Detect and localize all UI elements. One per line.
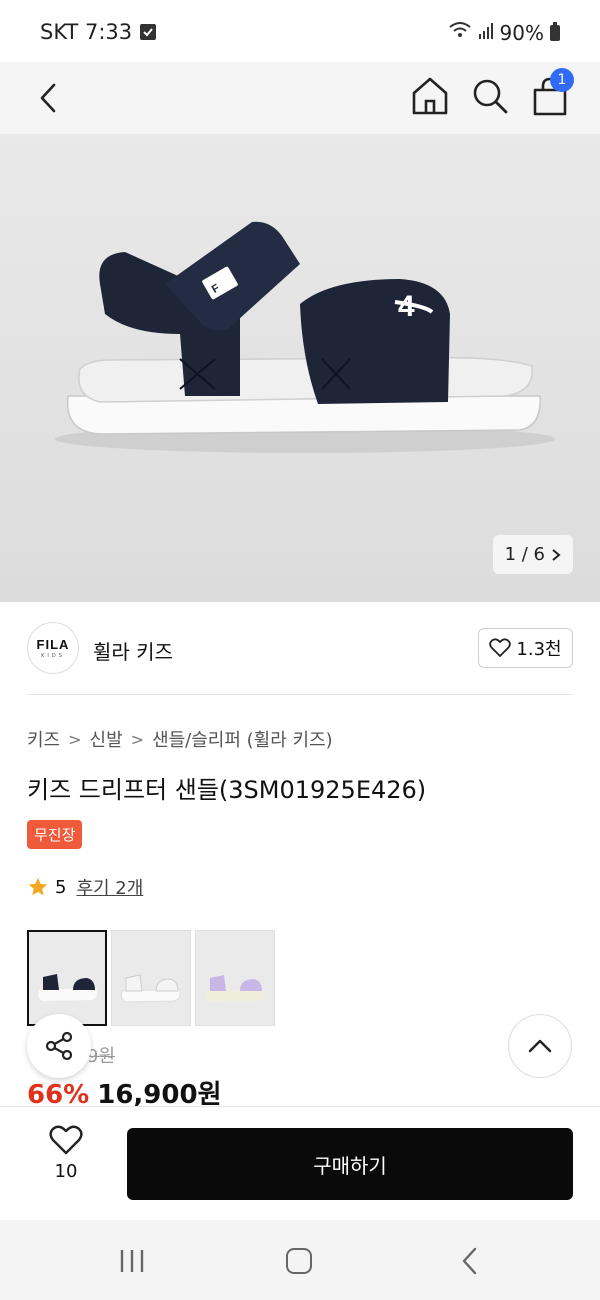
heart-outline-icon xyxy=(489,638,512,657)
image-counter-text: 1 / 6 xyxy=(504,544,545,565)
chevron-right-icon xyxy=(552,548,561,561)
brand-logo[interactable]: FILA KIDS xyxy=(27,622,79,674)
brand-like-button[interactable]: 1.3천 xyxy=(478,628,573,668)
color-thumbnails xyxy=(27,930,275,1026)
thumbnail-white[interactable] xyxy=(111,930,191,1026)
product-image[interactable]: F 4 1 / 6 xyxy=(0,134,600,602)
free-shipping-badge: 무진장 xyxy=(27,820,83,849)
status-left: SKT 7:33 xyxy=(40,20,157,44)
bottom-bar: 10 구매하기 xyxy=(0,1106,600,1220)
star-icon xyxy=(28,877,48,896)
sandal-thumbnail-white xyxy=(112,931,190,1025)
cart-button[interactable]: 1 xyxy=(528,68,574,118)
cart-count-badge: 1 xyxy=(550,68,574,92)
sandal-thumbnail-navy xyxy=(29,932,105,1024)
chevron-left-icon xyxy=(40,83,56,113)
battery-percent: 90% xyxy=(499,20,544,45)
android-nav-bar xyxy=(0,1220,600,1300)
breadcrumb-item[interactable]: 키즈 xyxy=(27,726,60,752)
breadcrumb: 키즈 > 신발 > 샌들/슬리퍼 (휠라 키즈) xyxy=(27,726,333,752)
app-header: 1 xyxy=(0,62,600,134)
sandal-image: F 4 xyxy=(55,221,555,453)
nav-home-icon[interactable] xyxy=(286,1248,312,1274)
share-icon xyxy=(45,1031,73,1061)
heart-outline-icon xyxy=(49,1125,83,1155)
search-button[interactable] xyxy=(468,74,512,118)
chevron-up-icon xyxy=(528,1039,552,1053)
signal-icon xyxy=(478,21,494,45)
wishlist-count: 10 xyxy=(54,1161,78,1182)
back-button[interactable] xyxy=(28,76,68,120)
search-icon xyxy=(473,79,508,114)
scroll-top-button[interactable] xyxy=(508,1014,572,1078)
nav-back-icon[interactable] xyxy=(460,1246,478,1276)
status-right: 90% xyxy=(448,20,560,45)
reviews-link[interactable]: 후기 2개 xyxy=(76,874,143,900)
chevron-right-icon: > xyxy=(68,729,82,749)
brand-row: FILA KIDS 휠라 키즈 1.3천 xyxy=(0,602,600,696)
image-counter[interactable]: 1 / 6 xyxy=(492,535,573,574)
status-bar: SKT 7:33 90% xyxy=(0,0,600,62)
brand-logo-subtext: KIDS xyxy=(41,652,65,659)
brand-like-count: 1.3천 xyxy=(516,639,562,660)
carrier-time: SKT 7:33 xyxy=(40,20,133,44)
sandal-thumbnail-lavender xyxy=(196,931,274,1025)
recent-apps-icon[interactable] xyxy=(118,1248,146,1274)
wifi-icon xyxy=(448,20,472,45)
product-title: 키즈 드리프터 샌들(3SM01925E426) xyxy=(27,776,427,804)
thumbnail-lavender[interactable] xyxy=(195,930,275,1026)
rating-row: 5 후기 2개 xyxy=(27,874,143,900)
buy-button[interactable]: 구매하기 xyxy=(127,1128,573,1200)
home-icon xyxy=(412,77,448,115)
rating-value: 5 xyxy=(55,876,67,898)
notification-check-icon xyxy=(140,24,157,40)
thumbnail-navy[interactable] xyxy=(27,930,107,1026)
share-button[interactable] xyxy=(27,1014,91,1078)
battery-icon xyxy=(550,21,560,41)
brand-logo-text: FILA xyxy=(36,636,70,652)
breadcrumb-item[interactable]: 샌들/슬리퍼 (휠라 키즈) xyxy=(152,726,333,752)
chevron-right-icon: > xyxy=(130,729,145,749)
divider xyxy=(27,694,573,695)
breadcrumb-item[interactable]: 신발 xyxy=(90,726,123,752)
wishlist-button[interactable]: 10 xyxy=(36,1125,96,1205)
home-button[interactable] xyxy=(408,74,452,118)
brand-name[interactable]: 휠라 키즈 xyxy=(93,636,173,665)
